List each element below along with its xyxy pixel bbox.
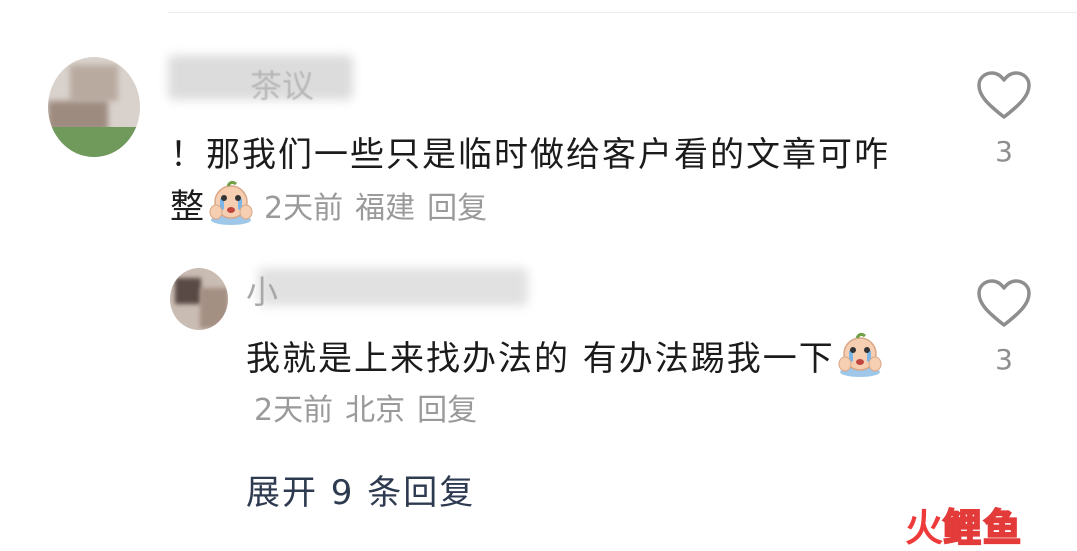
reply-author-name[interactable]: 小 — [246, 274, 278, 310]
crying-face-icon — [835, 332, 885, 378]
reply-reply-button[interactable]: 回复 — [417, 393, 477, 428]
reply-time: 2天前 — [254, 393, 334, 428]
author-name[interactable]: 茶议 — [250, 68, 314, 104]
watermark-text: 鲤鱼 — [942, 505, 1024, 551]
avatar[interactable] — [48, 57, 140, 157]
comment-time: 2天前 — [264, 191, 344, 226]
comment-meta: 2天前 福建 回复 — [264, 191, 499, 226]
watermark-char: 火 — [905, 506, 944, 550]
like-button[interactable]: 3 — [974, 70, 1034, 168]
reply-author-name-blur — [258, 268, 528, 306]
expand-replies-link[interactable]: 展开 9 条回复 — [246, 470, 475, 516]
reply-like-count: 3 — [995, 343, 1013, 376]
reply-body[interactable]: 我就是上来找办法的 有办法踢我一下 2天前 北京 回复 — [246, 332, 906, 436]
reply-button[interactable]: 回复 — [427, 191, 487, 226]
reply-location: 北京 — [345, 393, 406, 428]
comment-body[interactable]: ！那我们一些只是临时做给客户看的文章可咋整 2天前 福建 回复 — [170, 130, 890, 234]
like-count: 3 — [995, 135, 1013, 168]
reply-avatar[interactable] — [170, 268, 228, 330]
watermark-logo: 火鲤鱼 — [905, 505, 1023, 551]
heart-icon — [977, 279, 1031, 327]
comment-location: 福建 — [355, 191, 416, 226]
reply-text: 我就是上来找办法的 有办法踢我一下 — [246, 339, 835, 379]
top-divider — [168, 12, 1077, 13]
reply-meta: 2天前 北京 回复 — [254, 393, 489, 428]
crying-face-icon — [206, 180, 256, 226]
heart-icon — [977, 71, 1031, 119]
reply-like-button[interactable]: 3 — [974, 278, 1034, 376]
